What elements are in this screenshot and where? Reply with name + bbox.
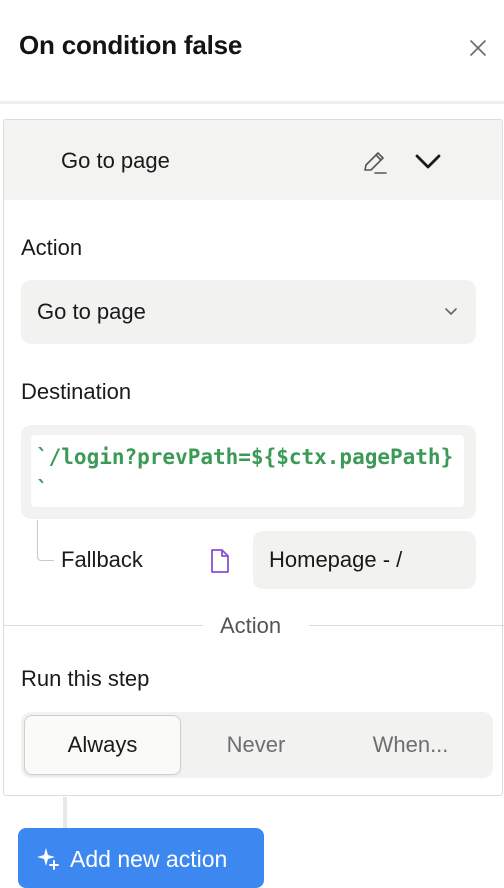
- collapse-step-button[interactable]: [411, 144, 445, 178]
- run-step-toggle: Always Never When...: [21, 712, 493, 778]
- step-header[interactable]: Go to page: [4, 120, 502, 200]
- panel-header: On condition false: [0, 0, 504, 100]
- header-divider: [0, 101, 504, 104]
- chevron-down-icon: [415, 154, 441, 169]
- sparkle-plus-icon: [37, 848, 59, 870]
- action-step-card: Go to page Action Go to page Destination…: [3, 119, 504, 796]
- page-icon: [211, 549, 229, 573]
- section-label: Action: [220, 613, 282, 638]
- run-option-never[interactable]: Never: [181, 715, 331, 775]
- step-title: Go to page: [61, 148, 170, 173]
- fallback-label: Fallback: [61, 547, 143, 572]
- edit-step-button[interactable]: [359, 146, 391, 178]
- flow-connector: [63, 797, 67, 832]
- destination-label: Destination: [21, 379, 132, 404]
- chevron-down-icon: [445, 308, 457, 315]
- destination-code: `/login?prevPath=${$ctx.pagePath}`: [36, 445, 454, 501]
- fallback-page-value: Homepage - /: [269, 547, 403, 572]
- run-step-label: Run this step: [21, 666, 150, 691]
- fallback-connector: [37, 520, 54, 561]
- close-icon: [470, 40, 486, 56]
- section-divider: [309, 625, 504, 626]
- run-option-always[interactable]: Always: [24, 715, 181, 775]
- destination-editor[interactable]: `/login?prevPath=${$ctx.pagePath}`: [31, 435, 464, 507]
- action-label: Action: [21, 235, 83, 260]
- fallback-page-select[interactable]: Homepage - /: [253, 531, 476, 589]
- action-select-value: Go to page: [37, 299, 146, 324]
- destination-field: `/login?prevPath=${$ctx.pagePath}`: [21, 425, 476, 519]
- section-divider: [4, 625, 203, 626]
- action-select[interactable]: Go to page: [21, 280, 476, 344]
- panel-title: On condition false: [19, 30, 243, 60]
- run-option-when[interactable]: When...: [333, 715, 488, 775]
- close-button[interactable]: [462, 32, 494, 64]
- add-new-action-label: Add new action: [70, 846, 228, 872]
- add-new-action-button[interactable]: Add new action: [18, 828, 264, 888]
- pencil-icon: [364, 152, 387, 174]
